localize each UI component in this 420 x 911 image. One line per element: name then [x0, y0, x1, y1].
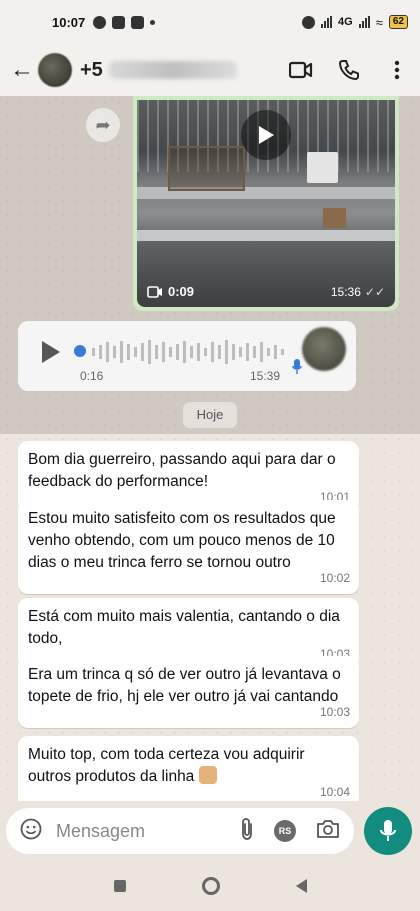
contact-avatar[interactable] — [38, 53, 72, 87]
video-call-icon[interactable] — [288, 57, 314, 83]
mic-icon — [292, 359, 302, 378]
home-icon[interactable] — [201, 877, 220, 895]
play-icon[interactable] — [241, 110, 291, 161]
double-check-icon: ✓✓ — [364, 285, 385, 299]
app-icon — [131, 15, 145, 29]
message-time: 10:02 — [319, 571, 350, 585]
message-bubble[interactable]: Era um trinca q só de ver outro já levan… — [18, 656, 359, 728]
message-placeholder[interactable]: Mensagem — [56, 821, 240, 842]
camera-icon[interactable] — [316, 819, 340, 844]
video-camera-icon — [147, 285, 162, 298]
contact-name[interactable]: +5 — [80, 59, 237, 82]
video-scene-box-2 — [322, 207, 346, 229]
voice-timestamp: 15:39 — [249, 369, 280, 383]
more-vert-icon[interactable] — [384, 57, 410, 83]
message-text: Está com muito mais valentia, cantando o… — [28, 608, 340, 647]
network-label: 4G — [338, 16, 353, 28]
video-message[interactable]: 0:09 15:36 ✓✓ — [133, 96, 399, 311]
video-scene-cage — [167, 145, 246, 192]
message-input[interactable]: Mensagem RS — [6, 808, 354, 854]
message-text: Estou muito satisfeito com os resultados… — [28, 510, 336, 571]
voice-play-icon[interactable] — [40, 339, 62, 370]
mic-icon — [380, 820, 396, 841]
flexed-biceps-emoji — [198, 766, 217, 784]
video-thumbnail[interactable]: 0:09 15:36 ✓✓ — [137, 100, 395, 307]
voice-waveform[interactable] — [78, 339, 298, 365]
forward-icon[interactable]: ➦ — [86, 108, 120, 142]
dot-icon — [150, 19, 156, 25]
chat-header: ← +5 — [0, 44, 420, 96]
recent-apps-icon[interactable] — [113, 880, 126, 892]
video-duration: 0:09 — [147, 284, 194, 299]
contact-prefix: +5 — [80, 58, 103, 81]
signal-icon-2 — [358, 16, 370, 28]
message-text: Era um trinca q só de ver outro já levan… — [28, 666, 341, 705]
nav-back-icon[interactable] — [295, 879, 307, 893]
system-nav-bar — [0, 861, 420, 911]
video-scene-box — [307, 151, 339, 183]
notification-icon — [93, 15, 107, 29]
date-separator: Hoje — [183, 402, 237, 428]
video-duration-label: 0:09 — [168, 284, 195, 299]
message-text: Muito top, com toda certeza vou adquirir… — [28, 746, 305, 785]
message-bubble[interactable]: Muito top, com toda certeza vou adquirir… — [18, 736, 359, 801]
battery-icon: 62 — [388, 15, 408, 29]
voice-sender-avatar — [302, 327, 346, 371]
youtube-icon — [112, 15, 126, 29]
input-bar: Mensagem RS — [0, 801, 420, 861]
phone-icon[interactable] — [336, 57, 362, 83]
message-text: Bom dia guerreiro, passando aqui para da… — [28, 451, 336, 490]
message-time: 10:04 — [319, 785, 350, 799]
wifi-icon: ≈ — [375, 14, 383, 30]
status-time: 10:07 — [52, 14, 86, 30]
emoji-icon[interactable] — [20, 818, 42, 845]
video-scene-shelf-2 — [137, 230, 395, 241]
voice-message[interactable]: 0:16 15:39 — [18, 321, 356, 391]
signal-icon — [321, 16, 333, 28]
video-timestamp: 15:36 ✓✓ — [331, 285, 385, 299]
chat-area[interactable]: ➦ 0:09 15:36 ✓✓ 0:16 15:39 Hoje Bom dia … — [0, 96, 420, 801]
video-time-label: 15:36 — [330, 285, 361, 299]
message-time: 10:03 — [319, 705, 350, 719]
message-bubble[interactable]: Estou muito satisfeito com os resultados… — [18, 500, 359, 594]
back-arrow-icon[interactable]: ← — [10, 56, 38, 84]
voice-record-button[interactable] — [364, 807, 412, 855]
contact-number-redacted — [108, 61, 237, 79]
rs-payment-icon[interactable]: RS — [274, 820, 296, 842]
attach-icon[interactable] — [240, 817, 254, 846]
alarm-icon — [302, 15, 316, 29]
voice-elapsed: 0:16 — [80, 369, 104, 383]
status-bar: 10:07 4G ≈ 62 — [0, 0, 420, 44]
